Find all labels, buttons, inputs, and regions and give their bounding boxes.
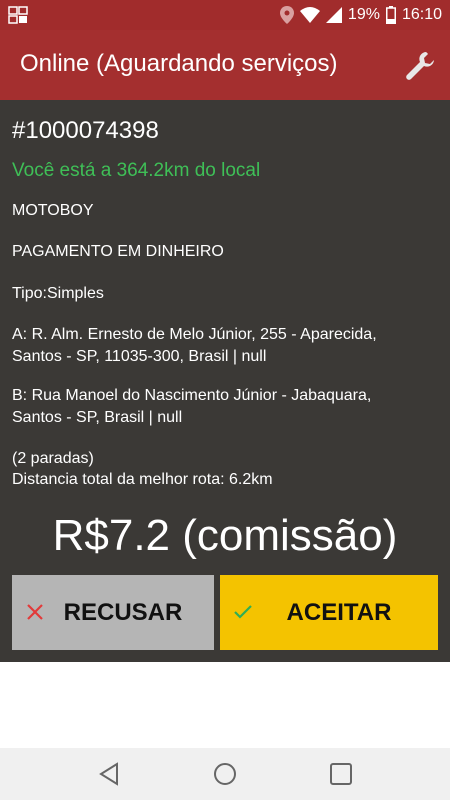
accept-button[interactable]: ACEITAR <box>220 575 438 650</box>
address-b-line1: B: Rua Manoel do Nascimento Júnior - Jab… <box>12 387 372 404</box>
distance-text: Você está a 364.2km do local <box>12 160 261 181</box>
recents-icon[interactable] <box>328 761 354 787</box>
vehicle-type: MOTOBOY <box>12 202 94 219</box>
service-type: Tipo:Simples <box>12 285 104 302</box>
battery-percent: 19% <box>347 6 380 23</box>
address-a-line1: A: R. Alm. Ernesto de Melo Júnior, 255 -… <box>12 326 377 343</box>
notification-icon <box>8 6 28 24</box>
status-bar: 19% 16:10 <box>0 0 450 30</box>
battery-icon <box>385 6 396 24</box>
payment-method: PAGAMENTO EM DINHEIRO <box>12 243 224 260</box>
location-icon <box>279 6 294 24</box>
back-icon[interactable] <box>97 761 123 787</box>
address-a-line2: Santos - SP, 11035-300, Brasil | null <box>12 348 267 365</box>
accept-label: ACEITAR <box>286 598 392 626</box>
wifi-icon <box>299 7 320 23</box>
order-panel: #1000074398 Você está a 364.2km do local… <box>0 100 450 662</box>
close-icon <box>27 604 43 620</box>
order-id: #1000074398 <box>12 117 159 144</box>
check-icon <box>234 605 252 619</box>
address-b-line2: Santos - SP, Brasil | null <box>12 409 183 426</box>
route-distance: Distancia total da melhor rota: 6.2km <box>12 471 273 488</box>
home-icon[interactable] <box>212 761 238 787</box>
system-nav-bar <box>0 748 450 800</box>
refuse-button[interactable]: RECUSAR <box>12 575 214 650</box>
app-bar: Online (Aguardando serviços) <box>0 30 450 100</box>
refuse-label: RECUSAR <box>63 598 183 626</box>
page-title: Online (Aguardando serviços) <box>20 50 338 77</box>
commission-value: R$7.2 (comissão) <box>52 511 398 560</box>
clock: 16:10 <box>401 6 442 23</box>
wrench-icon[interactable] <box>404 50 436 82</box>
stops-count: (2 paradas) <box>12 450 94 467</box>
signal-icon <box>325 7 342 23</box>
